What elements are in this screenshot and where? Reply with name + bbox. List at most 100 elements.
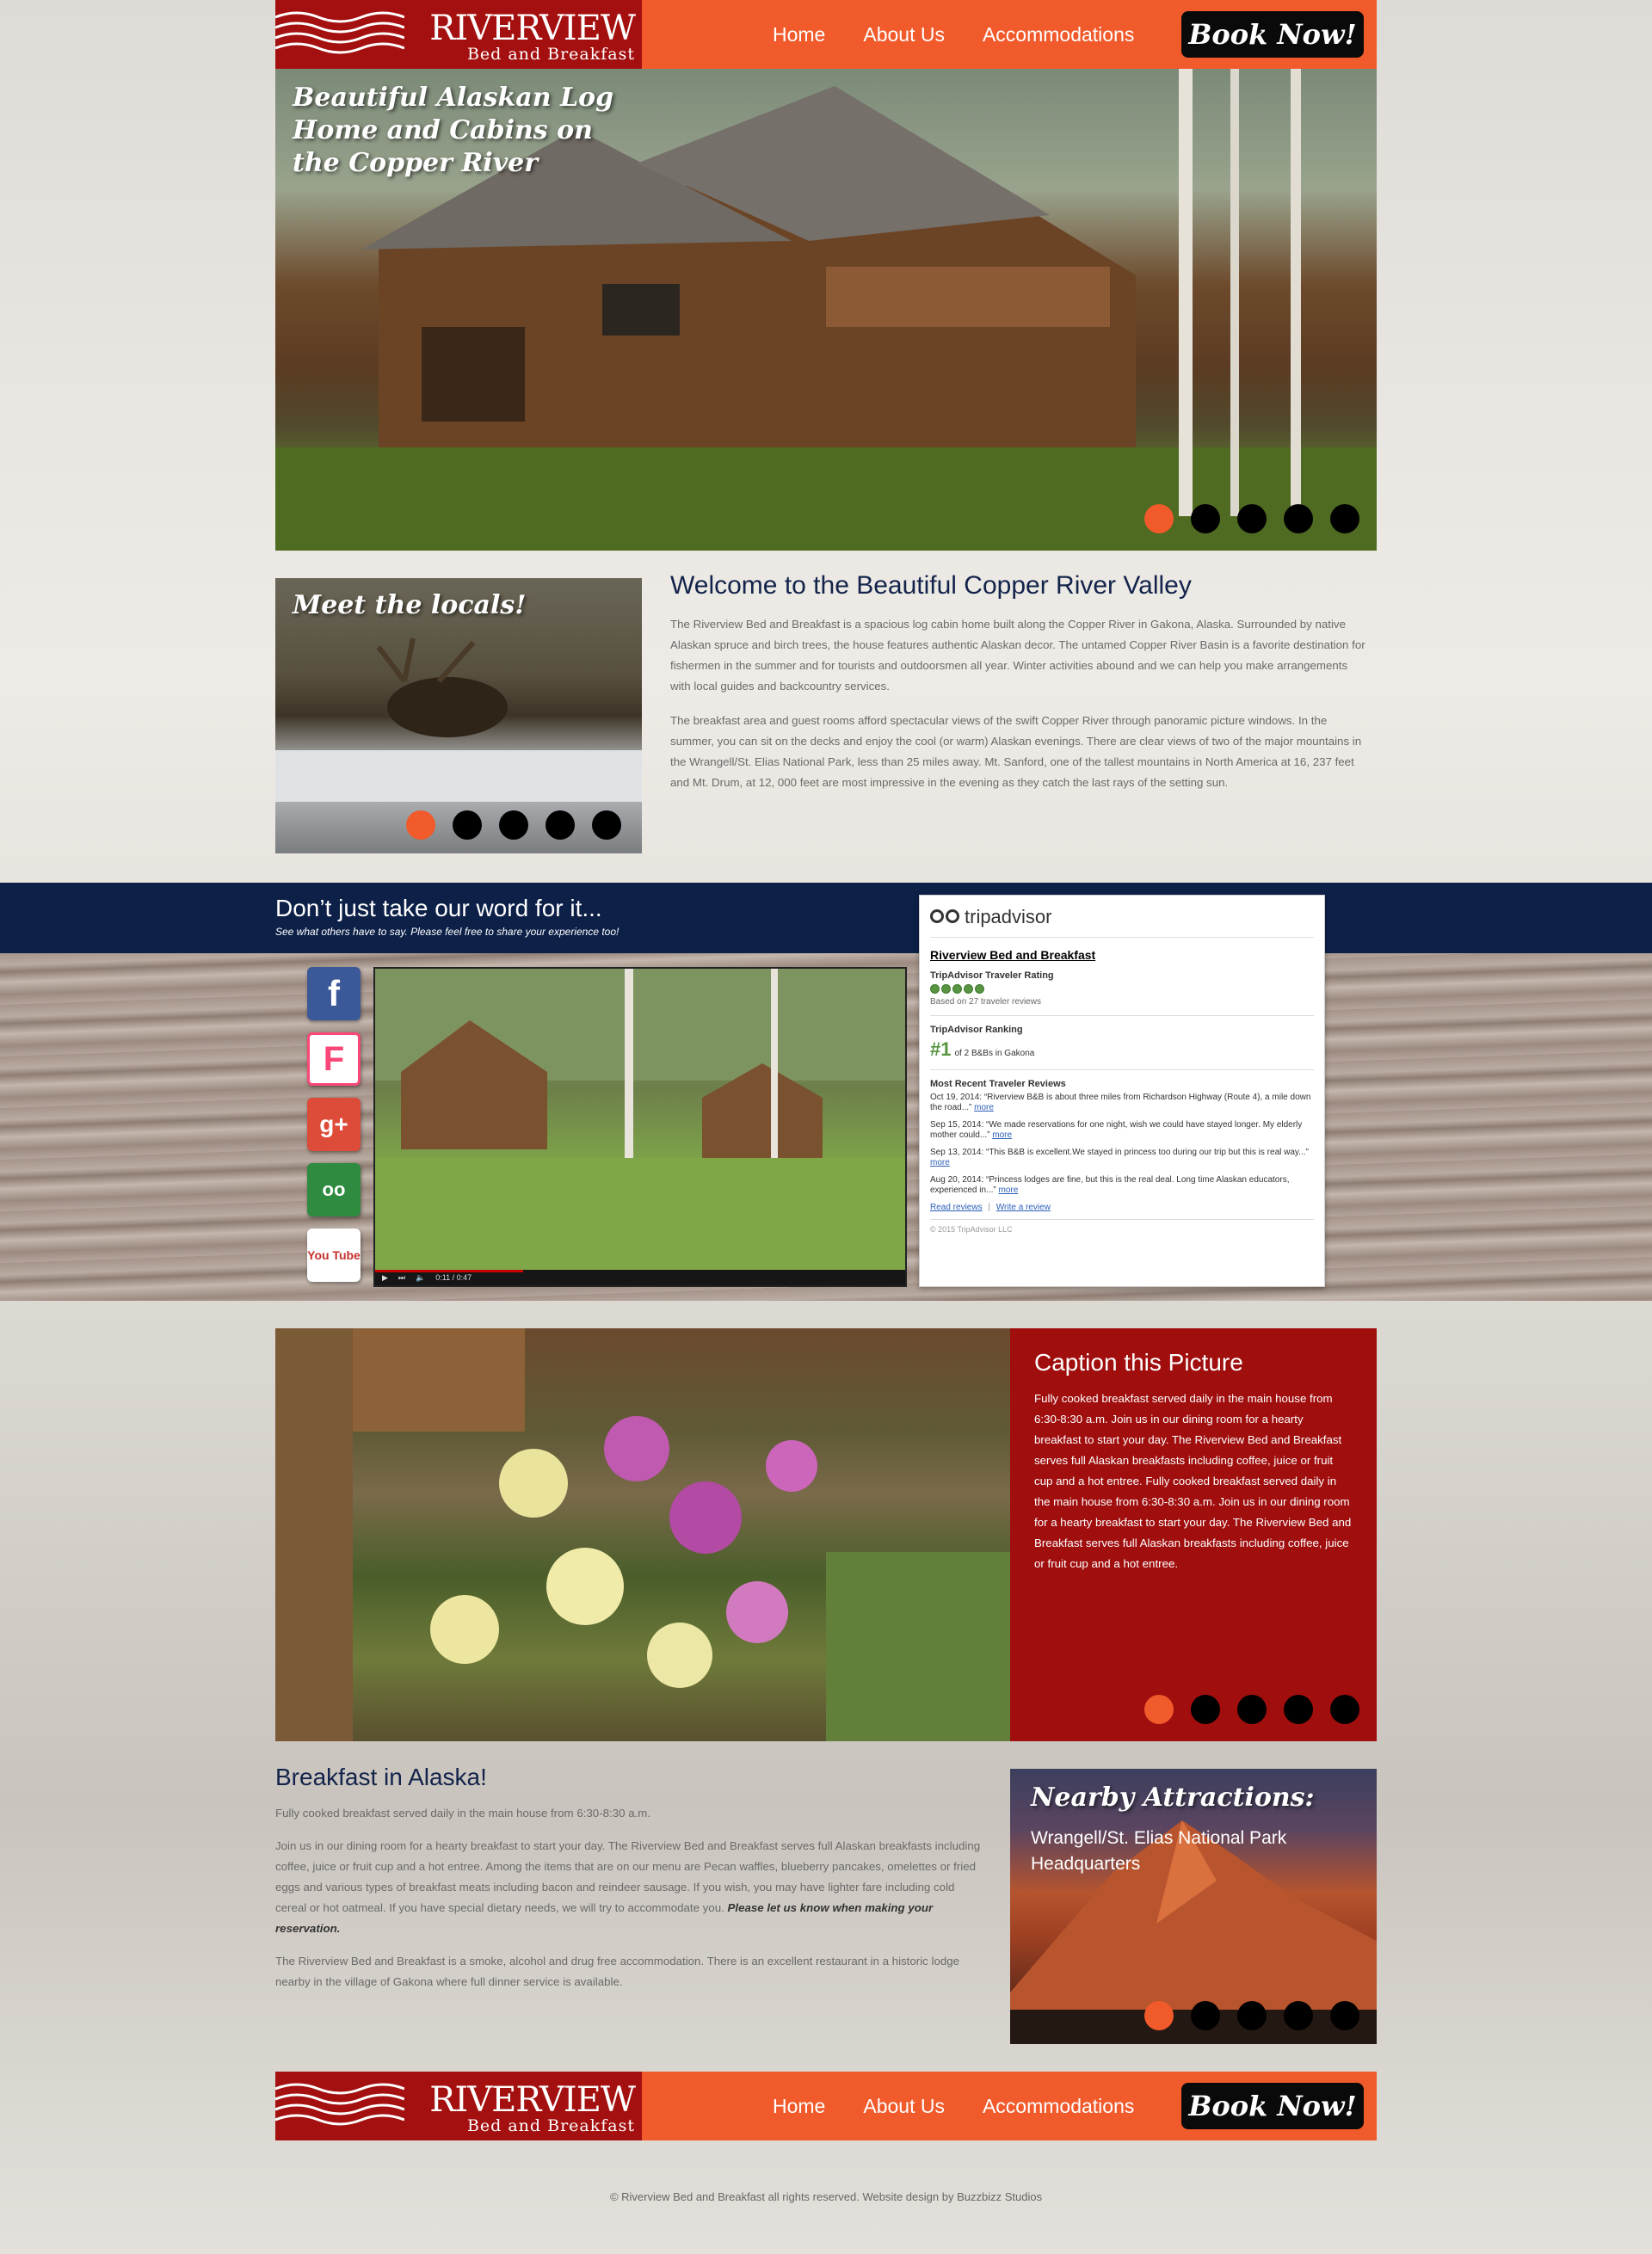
slider-dot-1[interactable]	[406, 810, 435, 840]
flowers-image	[275, 1328, 1010, 1741]
ta-review-more-link[interactable]: more	[992, 1130, 1012, 1140]
ta-review: Sep 15, 2014: “We made reservations for …	[930, 1120, 1314, 1141]
video-progress-bar[interactable]	[375, 1270, 524, 1272]
slider-dot-2[interactable]	[1191, 1695, 1220, 1724]
slider-dot-3[interactable]	[499, 810, 528, 840]
breakfast-paragraph-3: The Riverview Bed and Breakfast is a smo…	[275, 1955, 960, 1988]
nav-about-us[interactable]: About Us	[863, 2095, 945, 2118]
footer-nav: Home About Us Accommodations	[773, 2072, 1134, 2140]
slider-dot-5[interactable]	[1330, 2001, 1359, 2030]
nearby-slider-dots	[1144, 2001, 1359, 2030]
nav-accommodations[interactable]: Accommodations	[983, 2095, 1134, 2118]
nav-home[interactable]: Home	[773, 23, 825, 46]
ta-rating-label: TripAdvisor Traveler Rating	[930, 970, 1054, 981]
site-logo[interactable]: Riverview Bed and Breakfast	[275, 0, 642, 69]
youtube-icon[interactable]: You Tube	[307, 1229, 361, 1282]
ta-review: Oct 19, 2014: “Riverview B&B is about th…	[930, 1093, 1314, 1113]
ta-review-text: Sep 13, 2014: “This B&B is excellent.We …	[930, 1148, 1309, 1157]
breakfast-section: Breakfast in Alaska! Fully cooked breakf…	[275, 1764, 981, 2005]
reviews-header-bar	[0, 883, 1652, 953]
ta-review: Sep 13, 2014: “This B&B is excellent.We …	[930, 1148, 1314, 1168]
slider-dot-1[interactable]	[1144, 1695, 1174, 1724]
slider-dot-2[interactable]	[1191, 504, 1220, 533]
ta-rank-text: of 2 B&Bs in Gakona	[954, 1049, 1035, 1058]
ta-recent-label: Most Recent Traveler Reviews	[930, 1079, 1066, 1089]
welcome-paragraph-2: The breakfast area and guest rooms affor…	[670, 714, 1362, 789]
ta-review-more-link[interactable]: more	[999, 1186, 1019, 1195]
google-plus-icon[interactable]: g+	[307, 1098, 361, 1151]
volume-icon[interactable]: 🔈	[416, 1273, 425, 1283]
slider-dot-5[interactable]	[1330, 1695, 1359, 1724]
tripadvisor-logo-text: tripadvisor	[965, 906, 1052, 927]
divider	[930, 1015, 1314, 1016]
river-waves-icon	[275, 11, 404, 54]
nearby-subtitle: Wrangell/St. Elias National Park Headqua…	[1031, 1828, 1287, 1874]
slider-dot-4[interactable]	[1284, 504, 1313, 533]
welcome-paragraph-1: The Riverview Bed and Breakfast is a spa…	[670, 618, 1365, 693]
hero-title: Beautiful Alaskan Log Home and Cabins on…	[293, 83, 614, 178]
slider-dot-4[interactable]	[1284, 1695, 1313, 1724]
main-nav: Home About Us Accommodations	[773, 0, 1134, 69]
slider-dot-3[interactable]	[1237, 1695, 1267, 1724]
locals-slider-dots	[406, 810, 621, 840]
slider-dot-2[interactable]	[453, 810, 482, 840]
book-now-button[interactable]: Book Now!	[1181, 2083, 1364, 2129]
top-navbar: Riverview Bed and Breakfast Home About U…	[275, 0, 1377, 69]
rating-bubble-icon	[975, 984, 984, 994]
hero-slider-dots	[1144, 504, 1359, 533]
facebook-icon[interactable]: f	[307, 967, 361, 1020]
reviews-subheading: See what others have to say. Please feel…	[275, 926, 620, 938]
video-controls: ▶ ⏭ 🔈 0:11 / 0:47	[375, 1270, 905, 1285]
slider-dot-4[interactable]	[546, 810, 575, 840]
petunias-image	[275, 1328, 1010, 1741]
nearby-title: Nearby Attractions:	[1031, 1783, 1315, 1813]
caption-box: Caption this Picture Fully cooked breakf…	[1010, 1328, 1377, 1741]
ta-rank-number: #1	[930, 1038, 952, 1060]
read-reviews-link[interactable]: Read reviews	[930, 1203, 983, 1212]
ta-copyright: © 2015 TripAdvisor LLC	[930, 1219, 1314, 1234]
nav-accommodations[interactable]: Accommodations	[983, 23, 1134, 46]
site-logo[interactable]: Riverview Bed and Breakfast	[275, 2072, 642, 2140]
slider-dot-2[interactable]	[1191, 2001, 1220, 2030]
bottom-navbar: Riverview Bed and Breakfast Home About U…	[275, 2072, 1377, 2140]
tripadvisor-logo[interactable]: tripadvisor	[930, 906, 1314, 938]
play-icon[interactable]: ▶	[382, 1273, 388, 1283]
reviews-heading: Don’t just take our word for it...	[275, 895, 602, 921]
slider-dot-3[interactable]	[1237, 504, 1267, 533]
slider-dot-3[interactable]	[1237, 2001, 1267, 2030]
ta-review-more-link[interactable]: more	[974, 1103, 994, 1112]
slider-dot-1[interactable]	[1144, 2001, 1174, 2030]
tripadvisor-icon[interactable]: oo	[307, 1163, 361, 1216]
river-waves-icon	[275, 2083, 404, 2126]
logo-tagline: Bed and Breakfast	[466, 45, 635, 64]
logo-title: Riverview	[429, 9, 636, 48]
ta-ranking-label: TripAdvisor Ranking	[930, 1025, 1023, 1035]
slider-dot-1[interactable]	[1144, 504, 1174, 533]
meet-the-locals-slider: Meet the locals!	[275, 578, 642, 853]
book-now-button[interactable]: Book Now!	[1181, 11, 1364, 58]
slider-dot-4[interactable]	[1284, 2001, 1313, 2030]
tripadvisor-widget: tripadvisor Riverview Bed and Breakfast …	[919, 895, 1325, 1287]
logo-title: Riverview	[429, 2080, 636, 2120]
locals-title: Meet the locals!	[293, 590, 527, 620]
ta-review-more-link[interactable]: more	[930, 1158, 950, 1167]
slider-dot-5[interactable]	[592, 810, 621, 840]
divider	[930, 1069, 1314, 1070]
slider-dot-5[interactable]	[1330, 504, 1359, 533]
rating-bubble-icon	[930, 984, 940, 994]
write-review-link[interactable]: Write a review	[996, 1203, 1051, 1212]
nav-about-us[interactable]: About Us	[863, 23, 945, 46]
foursquare-icon[interactable]: F	[307, 1032, 361, 1086]
footer-copyright: © Riverview Bed and Breakfast all rights…	[609, 2190, 1043, 2203]
next-icon[interactable]: ⏭	[398, 1273, 405, 1283]
nav-home[interactable]: Home	[773, 2095, 825, 2118]
video-thumbnail	[375, 969, 905, 1270]
caption-slider-dots	[1144, 1695, 1359, 1724]
ta-based-on: Based on 27 traveler reviews	[930, 997, 1041, 1007]
ta-property-link[interactable]: Riverview Bed and Breakfast	[930, 948, 1314, 962]
tripadvisor-owl-icon	[930, 909, 959, 925]
ta-review-text: Sep 15, 2014: “We made reservations for …	[930, 1120, 1303, 1140]
video-player[interactable]: ▶ ⏭ 🔈 0:11 / 0:47	[373, 967, 907, 1287]
rating-bubble-icon	[941, 984, 951, 994]
ta-review: Aug 20, 2014: “Princess lodges are fine,…	[930, 1175, 1314, 1196]
